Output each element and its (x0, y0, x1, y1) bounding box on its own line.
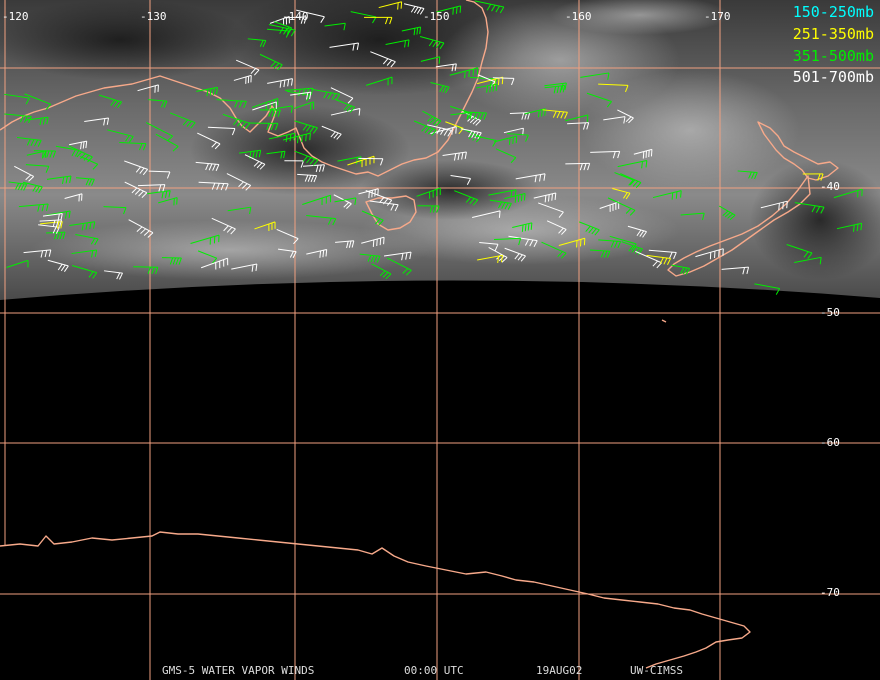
water-vapor-map: -120 -130 -140 -150 -160 -170 -40 -50 -6… (0, 0, 880, 680)
legend-501-700mb: 501-700mb (792, 68, 874, 86)
footer-date: 19AUG02 (536, 664, 583, 677)
lon-label: -130 (140, 10, 167, 23)
legend-150-250mb: 150-250mb (792, 3, 874, 21)
lat-label: -60 (820, 436, 840, 449)
island-coastline (661, 319, 667, 323)
lon-label: -150 (423, 10, 450, 23)
lon-label: -170 (704, 10, 731, 23)
legend-251-350mb: 251-350mb (792, 25, 874, 43)
lon-label: -120 (2, 10, 29, 23)
antarctica-coastline (0, 531, 751, 669)
lon-label: -140 (282, 10, 309, 23)
lat-label: -40 (820, 180, 840, 193)
footer-title: GMS-5 WATER VAPOR WINDS (162, 664, 315, 677)
lat-label: -50 (820, 306, 840, 319)
footer-time: 00:00 UTC (404, 664, 464, 677)
lat-label: -70 (820, 586, 840, 599)
lon-label: -160 (565, 10, 592, 23)
legend-351-500mb: 351-500mb (792, 47, 874, 65)
footer-source: UW-CIMSS (630, 664, 683, 677)
